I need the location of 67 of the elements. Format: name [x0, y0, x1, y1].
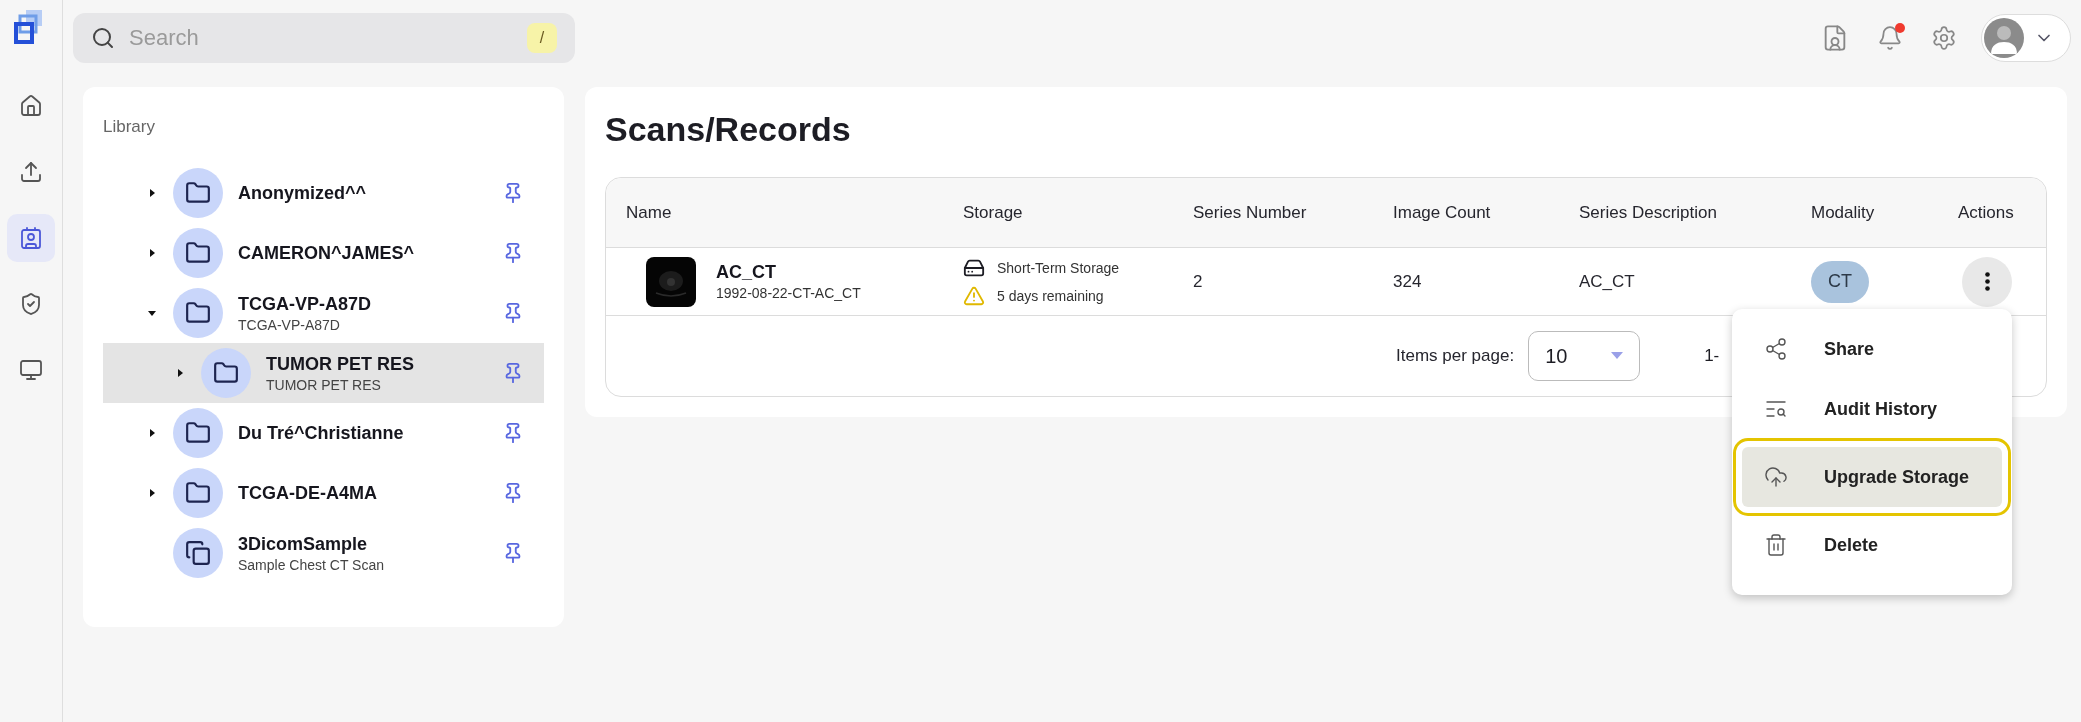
more-icon	[1984, 272, 1990, 291]
storage-warning: 5 days remaining	[997, 287, 1104, 304]
tree-item[interactable]: TCGA-DE-A4MA	[103, 463, 544, 523]
avatar-icon	[1984, 17, 2024, 58]
item-name: Anonymized^^	[238, 182, 368, 204]
column-header: Image Count	[1393, 202, 1492, 223]
dropdown-arrow-icon	[1611, 352, 1624, 360]
folder-icon	[173, 228, 223, 278]
column-header: Name	[626, 202, 673, 223]
table-cell-text: 2	[1193, 271, 1204, 292]
table-cell-text: 324	[1393, 271, 1423, 292]
item-subtitle: TUMOR PET RES	[266, 376, 382, 393]
more-button[interactable]	[1962, 256, 2012, 307]
caret-right-icon[interactable]	[147, 428, 157, 438]
item-name: TCGA-VP-A87D	[238, 293, 372, 315]
folder-icon	[201, 348, 251, 398]
caret-right-icon[interactable]	[147, 188, 157, 198]
item-name: 3DicomSample	[238, 533, 369, 555]
shortcut-key: /	[527, 22, 557, 53]
column-header: Actions	[1958, 202, 2015, 223]
menu-item[interactable]: Audit History	[1742, 379, 2002, 439]
search-field[interactable]: Search /	[73, 12, 575, 63]
tree-item[interactable]: Du Tré^Christianne	[103, 403, 544, 463]
trash-icon	[1764, 533, 1788, 557]
item-subtitle: TCGA-VP-A87D	[238, 316, 341, 333]
search-input[interactable]: Search	[127, 23, 515, 52]
column-header: Modality	[1811, 202, 1876, 223]
storage-type: Short-Term Storage	[997, 259, 1120, 276]
item-name: TCGA-DE-A4MA	[238, 482, 378, 504]
tree-item[interactable]: Anonymized^^	[103, 163, 544, 223]
folder-icon	[173, 288, 223, 338]
modality-tag: CT	[1811, 260, 1869, 303]
warning-icon	[963, 284, 985, 307]
page-title: Scans/Records	[605, 109, 852, 150]
tree-item[interactable]: CAMERON^JAMES^	[103, 223, 544, 283]
items-per-page-label: Items per page:	[1396, 346, 1515, 366]
stack-icon	[173, 528, 223, 578]
column-header: Series Description	[1579, 202, 1718, 223]
caret-right-icon[interactable]	[175, 368, 185, 378]
item-name: Du Tré^Christianne	[238, 422, 405, 444]
profile-button[interactable]	[1981, 13, 2071, 62]
tree-item[interactable]: 3DicomSample Sample Chest CT Scan	[103, 523, 544, 583]
table-cell-text: AC_CT	[1579, 271, 1636, 292]
items-per-page-select[interactable]: 10	[1528, 331, 1641, 381]
caret-right-icon[interactable]	[147, 488, 157, 498]
record-subtitle: 1992-08-22-CT-AC_CT	[716, 285, 861, 301]
record-name: AC_CT	[716, 262, 777, 283]
item-name: TUMOR PET RES	[266, 353, 415, 375]
caret-down-icon[interactable]	[147, 308, 157, 318]
menu-item[interactable]: Delete	[1742, 515, 2002, 575]
records-icon[interactable]	[7, 214, 55, 262]
search-icon	[91, 25, 115, 50]
cloud-upload-icon	[1764, 465, 1788, 489]
column-header: Storage	[963, 202, 1024, 223]
item-name: CAMERON^JAMES^	[238, 242, 416, 264]
page-range: 1-	[1704, 346, 1720, 366]
folder-icon	[173, 408, 223, 458]
tree-item[interactable]: TUMOR PET RES TUMOR PET RES	[103, 343, 544, 403]
column-header: Series Number	[1193, 202, 1308, 223]
item-subtitle: Sample Chest CT Scan	[238, 556, 386, 573]
library-title: Library	[103, 117, 156, 137]
folder-icon	[173, 468, 223, 518]
folder-icon	[173, 168, 223, 218]
menu-item[interactable]: Share	[1742, 319, 2002, 379]
tree-item[interactable]: TCGA-VP-A87D TCGA-VP-A87D	[103, 283, 544, 343]
caret-right-icon[interactable]	[147, 248, 157, 258]
share-icon	[1764, 337, 1788, 361]
